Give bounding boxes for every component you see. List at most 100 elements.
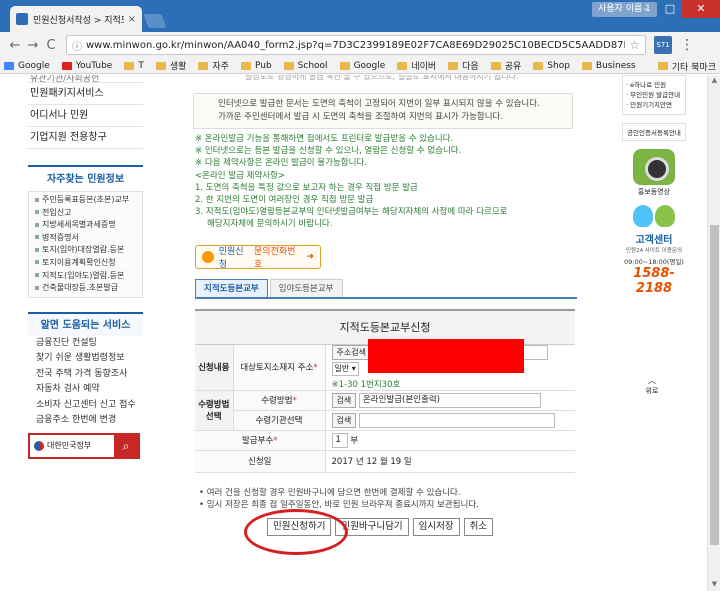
browser-menu-icon[interactable]: ⋮: [680, 37, 694, 53]
page-info-icon[interactable]: ⓘ: [72, 38, 82, 53]
service-item[interactable]: 찾기 쉬운 생활법령정보: [28, 351, 143, 367]
bookmark-item[interactable]: Google: [339, 61, 385, 71]
guidance-line: 해당지자체에 문의하시기 바랍니다.: [207, 219, 333, 230]
lot-type-select[interactable]: 일반 ▾: [331, 361, 359, 376]
sidebar-link-cut[interactable]: 유관기관/사회공헌: [28, 75, 143, 83]
sidebar-link[interactable]: 민원패키지서비스: [28, 83, 143, 105]
bookmark-item[interactable]: Pub: [240, 61, 272, 71]
promo-video-banner[interactable]: 홍보동영상: [622, 149, 686, 197]
required-mark: *: [313, 363, 318, 374]
office-input[interactable]: [358, 412, 555, 428]
address-bar[interactable]: ⓘ www.minwon.go.kr/minwon/AA040_form2.js…: [66, 35, 646, 55]
bookmark-star-icon[interactable]: ☆: [629, 38, 640, 52]
address-search-button[interactable]: 주소검색: [331, 344, 371, 360]
page-scrollbar[interactable]: ▲ ▼: [707, 75, 720, 591]
faq-item[interactable]: 지방세세목별과세증명: [29, 219, 142, 232]
tab-forest-map[interactable]: 임야도등본교부: [269, 278, 343, 297]
mascot-green: [655, 205, 675, 227]
bookmark-item[interactable]: School: [283, 61, 328, 71]
save-draft-button[interactable]: 임시저장: [412, 517, 460, 536]
receipt-method-search-button[interactable]: 검색: [331, 392, 357, 408]
quick-link[interactable]: 민원기기치안면: [626, 100, 682, 110]
scroll-top-button[interactable]: ︿ 위로: [640, 375, 664, 396]
bookmark-item[interactable]: Shop: [533, 61, 570, 71]
copies-input[interactable]: 1: [331, 432, 348, 448]
browser-tab[interactable]: 민원신청서작성 > 지적도 ×: [10, 6, 142, 32]
service-item[interactable]: 소비자 신고센터 신고 접수: [28, 398, 143, 414]
bookmark-item[interactable]: T: [124, 61, 144, 71]
faq-item[interactable]: 병적증명서: [29, 232, 142, 245]
forward-arrow-icon[interactable]: →: [24, 38, 42, 53]
faq-item[interactable]: 전입신고: [29, 207, 142, 220]
quick-links-box: e하나로 민원무인민원 발급안내민원기기치안면: [622, 75, 686, 115]
receipt-method-input[interactable]: 온라인발급(본인출력): [358, 392, 541, 408]
service-item[interactable]: 금융주소 한번에 변경: [28, 413, 143, 429]
folder-icon: [198, 61, 209, 70]
cancel-button[interactable]: 취소: [463, 517, 494, 536]
bookmarks-bar: Google YouTube T 생활 자주 Pub School Google 네이버 다음 공유…: [0, 58, 720, 74]
bookmark-label: 네이버: [411, 62, 437, 72]
faq-heading: 자주찾는 민원정보: [28, 165, 143, 191]
search-icon[interactable]: ⌕: [114, 434, 138, 457]
faq-item[interactable]: 토지이용계획확인신청: [29, 257, 142, 270]
arrow-right-icon: ➜: [306, 251, 314, 262]
new-tab-button[interactable]: [143, 14, 167, 28]
bookmark-item[interactable]: Business: [581, 61, 636, 71]
bookmark-item[interactable]: YouTube: [61, 60, 113, 71]
other-bookmarks[interactable]: 기타 북마크: [653, 58, 716, 73]
service-item[interactable]: 금융진단 컨설팅: [28, 336, 143, 352]
tab-close-icon[interactable]: ×: [128, 14, 136, 25]
back-arrow-icon[interactable]: ←: [6, 38, 24, 53]
guidance-line: 3. 지적도(임야도)열람등본교부의 인터넷발급여부는 해당지자체의 사정에 따…: [195, 207, 508, 218]
bookmark-item[interactable]: 다음: [448, 59, 479, 72]
tab-cadastral-map[interactable]: 지적도등본교부: [195, 278, 268, 297]
cert-registration-link[interactable]: 공인인증서등록안내: [622, 123, 686, 141]
inquiry-label-1: 민원신청: [218, 246, 244, 270]
minimize-icon[interactable]: –: [634, 0, 658, 18]
guidance-line: ※ 온라인발급 기능을 통해하면 접에서도 프린터로 발급받을 수 있습니다.: [195, 134, 454, 144]
bookmark-label: T: [138, 60, 144, 71]
window-close-icon[interactable]: ✕: [682, 0, 720, 18]
bookmark-item[interactable]: 생활: [155, 59, 186, 72]
site-favicon: [16, 13, 28, 25]
service-item[interactable]: 자동차 검사 예약: [28, 382, 143, 398]
folder-icon: [339, 61, 350, 70]
extension-icon[interactable]: S71: [654, 36, 672, 54]
office-search-button[interactable]: 검색: [331, 412, 357, 428]
bookmark-item[interactable]: 네이버: [397, 59, 436, 72]
maximize-icon[interactable]: □: [658, 0, 682, 18]
call-center-sub: 민원24 사이트 이용문의: [625, 248, 683, 254]
application-form: 지적도등본교부신청 신청내용 대상토지소재지 주소* 주소검색 일반 ▾ ※1-…: [195, 308, 575, 473]
reload-icon[interactable]: C: [42, 38, 60, 53]
faq-item[interactable]: 건축물대장등.초본발급: [29, 282, 142, 295]
page-viewport: 유관기관/사회공헌 민원패키지서비스 어디서나 민원 기업지원 전용창구 자주찾는 …: [0, 75, 707, 591]
scrollbar-thumb[interactable]: [710, 225, 719, 545]
bookmark-item[interactable]: Google: [4, 61, 50, 71]
folder-icon: [581, 61, 592, 70]
bookmark-label: 다음: [462, 62, 479, 72]
notice-line: 인터넷으로 발급한 문서는 도면의 축척이 고정되어 지번이 일부 표시되지 않…: [218, 99, 540, 109]
scroll-up-icon[interactable]: ▲: [710, 76, 719, 86]
gov-search-box[interactable]: 대한민국정부 ⌕: [28, 432, 140, 459]
bookmark-item[interactable]: 자주: [198, 59, 229, 72]
inquiry-phone-button[interactable]: 민원신청 문의전화번호 ➜: [195, 244, 321, 270]
folder-icon: [240, 61, 251, 70]
promo-label: 홍보동영상: [637, 188, 671, 196]
folder-icon: [490, 61, 501, 70]
faq-item[interactable]: 토지(임야)대장열람.등본: [29, 244, 142, 257]
faq-list: 주민등록표등본(초본)교부 전입신고 지방세세목별과세증명 병적증명서 토지(임야)대장…: [28, 191, 143, 298]
service-item[interactable]: 전국 주택 가격 동향조사: [28, 367, 143, 383]
application-date: 2017 년 12 월 19 일: [325, 450, 575, 473]
faq-item[interactable]: 주민등록표등본(초본)교부: [29, 194, 142, 207]
bookmark-label: YouTube: [75, 60, 113, 71]
faq-item[interactable]: 지적도(임야도)열람.등본: [29, 270, 142, 283]
quick-link[interactable]: e하나로 민원: [626, 80, 682, 90]
bookmark-item[interactable]: 공유: [490, 59, 521, 72]
sidebar-link[interactable]: 어디서나 민원: [28, 105, 143, 127]
quick-link[interactable]: 무인민원 발급안내: [626, 90, 682, 100]
left-sidebar: 유관기관/사회공헌 민원패키지서비스 어디서나 민원 기업지원 전용창구 자주찾는 …: [28, 75, 143, 459]
guidance-line: ※ 인터넷으로는 등본 발급을 신청할 수 있으나, 열람은 신청할 수 없습니…: [195, 146, 462, 157]
sidebar-link[interactable]: 기업지원 전용창구: [28, 127, 143, 149]
required-mark: *: [273, 436, 278, 447]
scroll-down-icon[interactable]: ▼: [710, 580, 719, 590]
